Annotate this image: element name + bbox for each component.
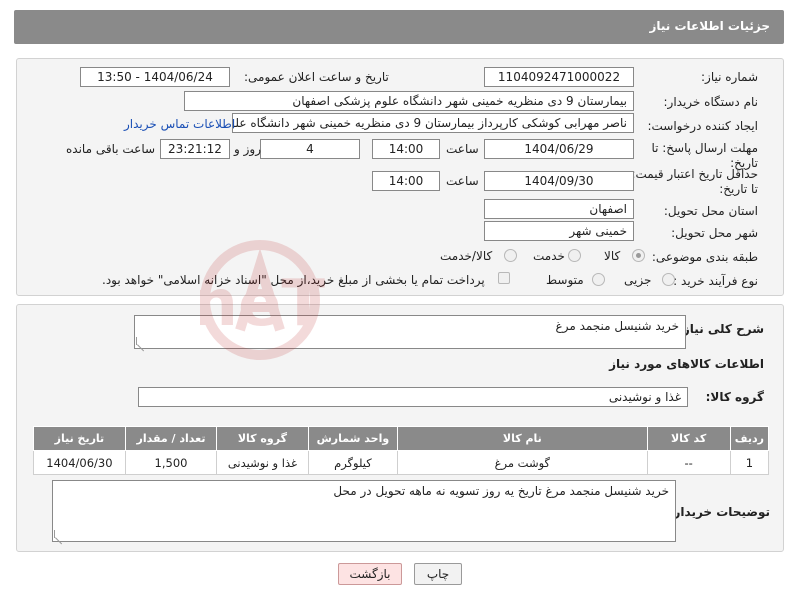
creator-label: ایجاد کننده درخواست: [647,119,758,133]
cell-code: -- [646,450,731,475]
days-field: 4 [260,139,360,159]
process-medium-radio[interactable] [592,273,605,286]
contact-buyer-link[interactable]: اطلاعات تماس خریدار [124,117,235,131]
goods-group-field: غذا و نوشیدنی [138,387,688,407]
cell-row: 1 [729,450,770,475]
cell-unit: کیلوگرم [307,450,399,475]
description-textarea[interactable]: خرید شنیسل منجمد مرغ [134,315,686,349]
province-field: اصفهان [484,199,634,219]
remaining-time-field: 23:21:12 [160,139,230,159]
goods-table-wrap: ردیف کد کالا نام کالا واحد شمارش گروه کا… [33,426,770,475]
col-date: تاریخ نیاز [33,426,126,451]
description-label: شرح کلی نیاز: [678,322,764,336]
category-label: طبقه بندی موضوعی: [651,250,758,264]
buyer-notes-resize-icon[interactable] [54,530,62,538]
print-button[interactable]: چاپ [414,563,462,585]
col-name: نام کالا [397,426,648,451]
page-header: جزئیات اطلاعات نیاز [14,10,784,44]
days-label: روز و [234,142,261,156]
category-goods-radio[interactable] [632,249,645,262]
price-valid-time-label: ساعت [446,174,479,188]
cell-qty: 1,500 [124,450,218,475]
treasury-payment-checkbox[interactable] [498,272,510,284]
col-group: گروه کالا [216,426,309,451]
process-minor-radio[interactable] [662,273,675,286]
city-label: شهر محل تحویل: [671,226,758,240]
goods-section-title: اطلاعات کالاهای مورد نیاز [609,357,764,371]
col-unit: واحد شمارش [307,426,399,451]
price-valid-time-field: 14:00 [372,171,440,191]
goods-group-label: گروه کالا: [705,390,764,404]
announce-field: 1404/06/24 - 13:50 [80,67,230,87]
treasury-payment-note: پرداخت تمام یا بخشی از مبلغ خرید،از محل … [102,273,485,287]
need-number-field: 1104092471000022 [484,67,634,87]
creator-field: ناصر مهرابی کوشکی کارپرداز بیمارستان 9 د… [232,113,634,133]
category-goods-label: کالا [604,249,621,263]
table-row: 1 -- گوشت مرغ کیلوگرم غذا و نوشیدنی 1,50… [33,450,770,475]
deadline-time-label: ساعت [446,142,479,156]
buyer-org-field: بیمارستان 9 دی منظریه خمینی شهر دانشگاه … [184,91,634,111]
buyer-notes-textarea[interactable]: خرید شنیسل منجمد مرغ تاریخ یه روز تسویه … [52,480,676,542]
page-title: جزئیات اطلاعات نیاز [649,19,770,33]
remaining-time-label: ساعت باقی مانده [66,142,156,156]
col-row: ردیف [729,426,770,451]
back-button[interactable]: بازگشت [338,563,402,585]
deadline-time-field: 14:00 [372,139,440,159]
buyer-org-label: نام دستگاه خریدار: [663,95,759,109]
process-label: نوع فرآیند خرید : [673,274,758,288]
col-code: کد کالا [646,426,731,451]
col-qty: تعداد / مقدار [124,426,218,451]
category-both-label: کالا/خدمت [440,249,493,263]
price-valid-date-field: 1404/09/30 [484,171,634,191]
city-field: خمینی شهر [484,221,634,241]
process-minor-label: جزیی [624,273,652,287]
cell-date: 1404/06/30 [33,450,126,475]
category-both-radio[interactable] [504,249,517,262]
announce-label: تاریخ و ساعت اعلان عمومی: [244,70,389,84]
province-label: استان محل تحویل: [663,204,758,218]
cell-name: گوشت مرغ [397,450,648,475]
buyer-notes-label: توضیحات خریدار: [668,505,770,519]
process-medium-label: متوسط [546,273,584,287]
price-valid-label: حداقل تاریخ اعتبار قیمت: تا تاریخ: [631,167,758,196]
category-service-radio[interactable] [568,249,581,262]
deadline-date-field: 1404/06/29 [484,139,634,159]
cell-group: غذا و نوشیدنی [216,450,309,475]
description-resize-icon[interactable] [136,337,144,345]
need-number-label: شماره نیاز: [701,70,758,84]
goods-table-header: ردیف کد کالا نام کالا واحد شمارش گروه کا… [33,426,770,451]
goods-table: ردیف کد کالا نام کالا واحد شمارش گروه کا… [33,426,770,475]
category-service-label: خدمت [533,249,565,263]
